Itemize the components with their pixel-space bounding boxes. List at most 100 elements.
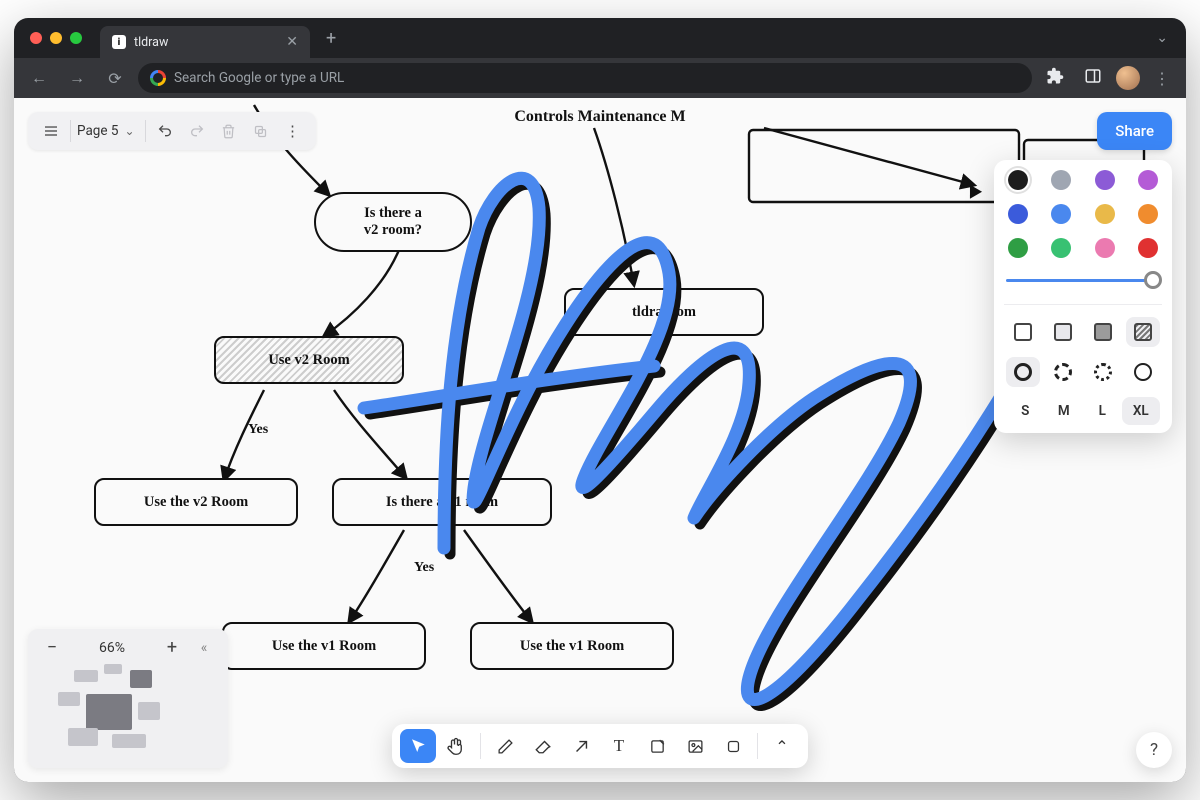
node-tldraw-com[interactable]: tldraw om (564, 288, 764, 336)
zoom-out-button[interactable]: − (38, 637, 66, 658)
size-option[interactable]: M (1045, 397, 1084, 425)
color-swatch[interactable] (1095, 204, 1115, 224)
size-option[interactable]: XL (1122, 397, 1161, 425)
window-controls[interactable] (30, 32, 82, 44)
undo-icon (157, 123, 173, 139)
size-option[interactable]: S (1006, 397, 1045, 425)
page-picker[interactable]: Page 5 ⌄ (75, 123, 141, 139)
dash-grid (1006, 357, 1160, 387)
node-is-v2-room[interactable]: Is there a v2 room? (314, 192, 472, 252)
node-is-v1-room[interactable]: Is there a v1 room (332, 478, 552, 526)
node-use-the-v1-room-a[interactable]: Use the v1 Room (222, 622, 426, 670)
browser-menu-button[interactable]: ⋮ (1148, 69, 1176, 88)
page-heading-text: Controls Maintenance M (514, 108, 685, 126)
panel-button[interactable] (1078, 67, 1108, 89)
dash-option[interactable] (1086, 357, 1120, 387)
tool-eraser[interactable] (525, 729, 561, 763)
delete-button[interactable] (214, 117, 244, 145)
help-button[interactable]: ? (1136, 732, 1172, 768)
trash-icon (221, 124, 236, 139)
extensions-button[interactable] (1040, 67, 1070, 89)
minimap-collapse-button[interactable]: « (190, 640, 218, 656)
minimize-window-icon[interactable] (50, 32, 62, 44)
color-swatch[interactable] (1051, 238, 1071, 258)
color-swatch[interactable] (1008, 204, 1028, 224)
color-swatch[interactable] (1138, 204, 1158, 224)
dash-option[interactable] (1126, 357, 1160, 387)
fill-icon (1014, 323, 1032, 341)
zoom-level[interactable]: 66% (70, 640, 154, 656)
color-swatch[interactable] (1138, 238, 1158, 258)
address-bar[interactable]: Search Google or type a URL (138, 63, 1032, 93)
tool-hand[interactable] (438, 729, 474, 763)
profile-avatar[interactable] (1116, 66, 1140, 90)
maximize-window-icon[interactable] (70, 32, 82, 44)
opacity-slider[interactable] (1006, 268, 1160, 292)
fill-icon (1134, 323, 1152, 341)
menu-button[interactable] (36, 117, 66, 145)
zoom-in-button[interactable]: + (158, 637, 186, 658)
fill-grid (1006, 317, 1160, 347)
new-tab-button[interactable]: + (318, 28, 344, 49)
redo-button[interactable] (182, 117, 212, 145)
size-option[interactable]: L (1083, 397, 1122, 425)
fill-option[interactable] (1046, 317, 1080, 347)
tool-select[interactable] (400, 729, 436, 763)
dash-option[interactable] (1006, 357, 1040, 387)
dash-option[interactable] (1046, 357, 1080, 387)
color-swatch[interactable] (1095, 170, 1115, 190)
puzzle-icon (1046, 67, 1064, 85)
edge-label-yes-2: Yes (414, 560, 434, 576)
style-panel: SMLXL (994, 160, 1172, 433)
tool-text[interactable]: T (601, 729, 637, 763)
color-swatch[interactable] (1138, 170, 1158, 190)
dots-vertical-icon: ⋮ (285, 122, 300, 140)
copy-icon (253, 124, 268, 139)
undo-button[interactable] (150, 117, 180, 145)
tab-title: tldraw (134, 35, 168, 50)
panel-icon (1084, 67, 1102, 85)
size-row: SMLXL (1006, 397, 1160, 425)
redo-icon (189, 123, 205, 139)
fill-option[interactable] (1086, 317, 1120, 347)
minimap-canvas[interactable] (38, 664, 218, 760)
dash-icon (1094, 363, 1112, 381)
forward-button[interactable]: → (62, 68, 92, 88)
fill-icon (1094, 323, 1112, 341)
image-icon (687, 738, 704, 755)
tool-more[interactable]: ⌃ (764, 729, 800, 763)
tool-dock: T ⌃ (392, 724, 808, 768)
tab-list-button[interactable]: ⌄ (1156, 30, 1176, 46)
tool-note[interactable] (639, 729, 675, 763)
color-swatch[interactable] (1008, 238, 1028, 258)
tool-shape[interactable] (715, 729, 751, 763)
tool-image[interactable] (677, 729, 713, 763)
omnibox-placeholder: Search Google or type a URL (174, 70, 344, 86)
color-swatch[interactable] (1051, 204, 1071, 224)
cursor-icon (409, 737, 427, 755)
browser-tab[interactable]: tldraw ✕ (100, 26, 310, 58)
more-button[interactable]: ⋮ (278, 117, 308, 145)
fill-icon (1054, 323, 1072, 341)
help-icon: ? (1150, 740, 1158, 760)
hand-icon (447, 737, 465, 755)
back-button[interactable]: ← (24, 68, 54, 88)
color-swatch[interactable] (1008, 170, 1028, 190)
chevron-down-icon: ⌄ (124, 124, 134, 138)
tool-arrow[interactable] (563, 729, 599, 763)
chevron-up-icon: ⌃ (775, 737, 788, 756)
fill-option[interactable] (1006, 317, 1040, 347)
color-swatch[interactable] (1095, 238, 1115, 258)
close-window-icon[interactable] (30, 32, 42, 44)
fill-option[interactable] (1126, 317, 1160, 347)
tab-close-icon[interactable]: ✕ (286, 34, 298, 50)
node-use-the-v2-room[interactable]: Use the v2 Room (94, 478, 298, 526)
color-swatch[interactable] (1051, 170, 1071, 190)
slider-thumb[interactable] (1144, 271, 1162, 289)
node-use-the-v1-room-b[interactable]: Use the v1 Room (470, 622, 674, 670)
duplicate-button[interactable] (246, 117, 276, 145)
share-button[interactable]: Share (1097, 112, 1172, 150)
tool-draw[interactable] (487, 729, 523, 763)
node-use-v2-room[interactable]: Use v2 Room (214, 336, 404, 384)
reload-button[interactable]: ⟳ (100, 69, 130, 88)
